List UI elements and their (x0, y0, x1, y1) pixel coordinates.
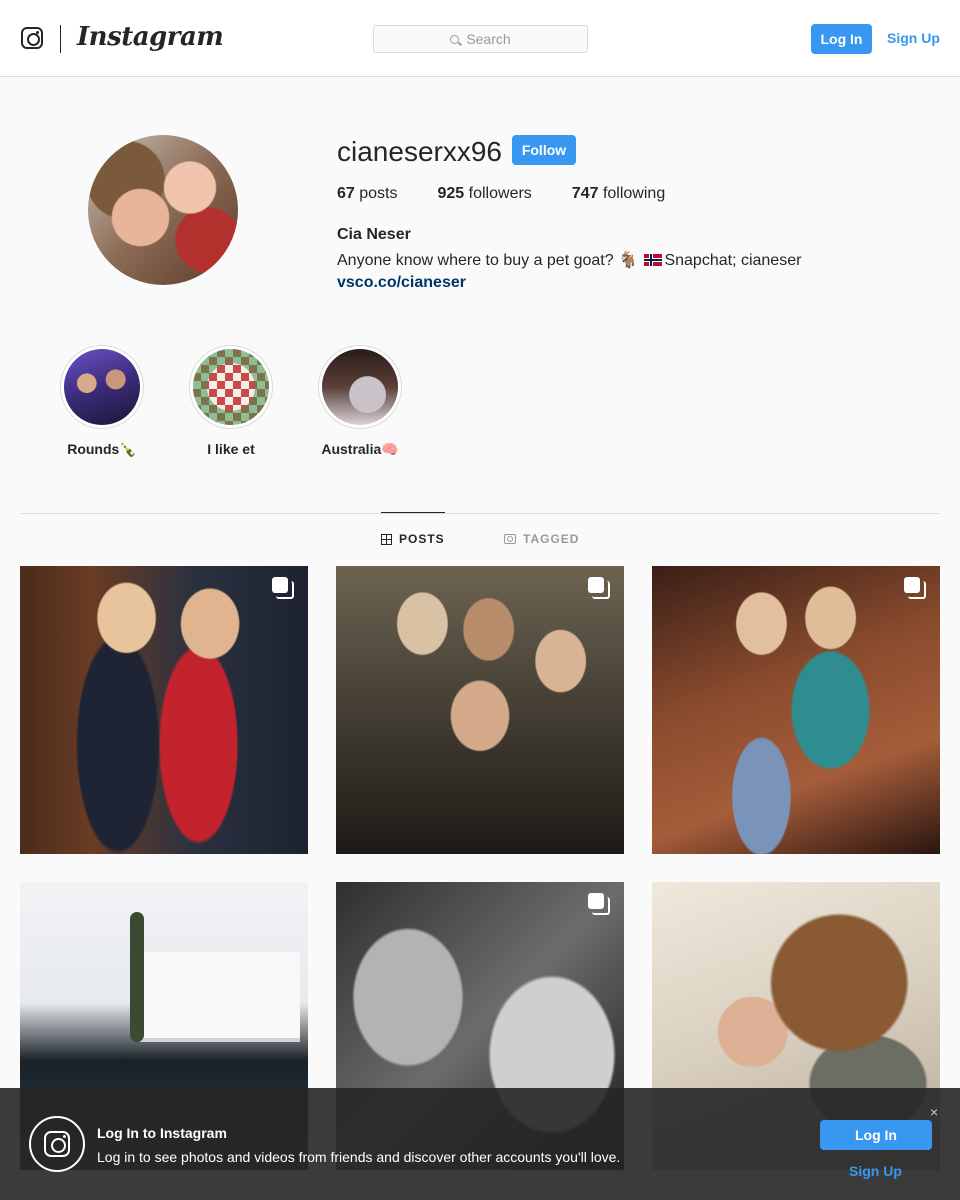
multiple-photos-icon (588, 893, 610, 915)
profile-username: cianeserxx96 (337, 136, 502, 167)
multiple-photos-icon (588, 577, 610, 599)
profile-website-link[interactable]: vsco.co/cianeser (337, 274, 466, 292)
tabs-divider (20, 513, 940, 514)
highlight-i-like-et[interactable]: I like et (181, 345, 281, 457)
post-image-tree (130, 912, 144, 1042)
highlight-ring (189, 345, 273, 429)
norway-flag-icon (644, 254, 663, 266)
highlight-rounds[interactable]: Rounds🍾 (52, 345, 152, 458)
highlight-cover (193, 349, 269, 425)
tab-tagged-label: TAGGED (523, 532, 580, 546)
profile-bio: Anyone know where to buy a pet goat? 🐐 S… (337, 250, 801, 270)
profile-full-name: Cia Neser (337, 226, 411, 243)
posts-count: 67 posts (337, 185, 398, 202)
followers-count[interactable]: 925 followers (438, 185, 532, 203)
highlight-ring (60, 345, 144, 429)
tab-posts-label: POSTS (399, 532, 445, 546)
tab-posts[interactable]: POSTS (381, 512, 445, 546)
highlight-cover (322, 349, 398, 425)
instagram-wordmark[interactable]: Instagram (77, 22, 224, 52)
post-thumbnail[interactable] (20, 566, 308, 854)
login-button[interactable]: Log In (811, 24, 872, 54)
top-navigation: Instagram Search Log In Sign Up (0, 0, 960, 77)
post-thumbnail[interactable] (336, 566, 624, 854)
highlight-ring (318, 345, 402, 429)
close-icon[interactable]: × (930, 1104, 938, 1120)
instagram-logo-icon[interactable] (21, 27, 43, 49)
profile-stats: 67 posts 925 followers 747 following (337, 185, 705, 203)
post-image-building (140, 952, 300, 1042)
multiple-photos-icon (272, 577, 294, 599)
signup-link[interactable]: Sign Up (887, 30, 940, 46)
instagram-logo-icon (29, 1116, 85, 1172)
search-placeholder: Search (466, 31, 511, 47)
following-count[interactable]: 747 following (572, 185, 665, 203)
multiple-photos-icon (904, 577, 926, 599)
search-icon (450, 34, 460, 44)
banner-login-button[interactable]: Log In (820, 1120, 932, 1150)
profile-avatar[interactable] (88, 135, 238, 285)
search-input[interactable]: Search (373, 25, 588, 53)
highlight-australia[interactable]: Australia🧠 (310, 345, 410, 458)
logo-divider (60, 25, 61, 53)
tab-tagged[interactable]: TAGGED (504, 532, 579, 546)
post-thumbnail[interactable] (652, 566, 940, 854)
banner-text: Log in to see photos and videos from fri… (97, 1149, 621, 1165)
highlight-label: Rounds🍾 (67, 441, 137, 457)
banner-signup-link[interactable]: Sign Up (849, 1163, 902, 1179)
bio-snapchat: Snapchat; cianeser (664, 252, 802, 269)
highlight-cover (64, 349, 140, 425)
banner-title: Log In to Instagram (97, 1125, 227, 1141)
bio-text: Anyone know where to buy a pet goat? 🐐 (337, 252, 643, 269)
follow-button[interactable]: Follow (512, 135, 576, 165)
highlight-label: I like et (207, 441, 255, 457)
grid-icon (381, 533, 392, 545)
highlight-label: Australia🧠 (321, 441, 399, 457)
tagged-icon (504, 534, 516, 544)
camera-glyph-icon (44, 1131, 70, 1157)
login-banner: Log In to Instagram Log in to see photos… (0, 1088, 960, 1200)
